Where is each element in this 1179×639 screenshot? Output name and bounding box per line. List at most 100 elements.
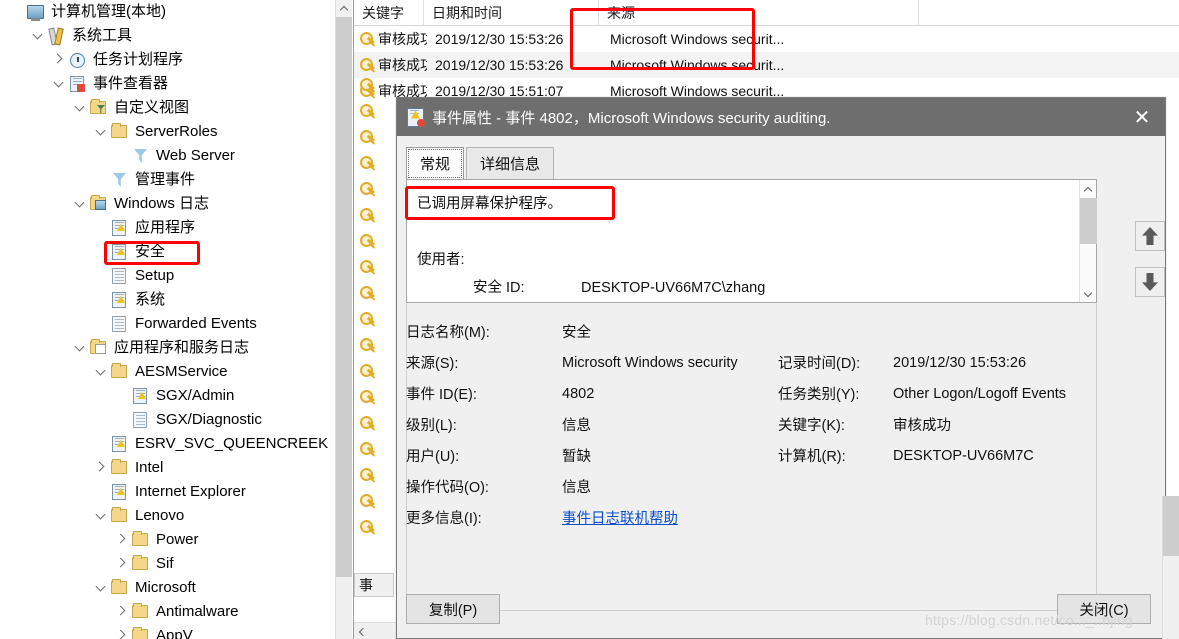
field-row: 来源(S): Microsoft Windows security 记录时间(D):… [406, 347, 1097, 378]
previous-event-button[interactable] [1135, 221, 1165, 251]
tree-item-[interactable]: 应用程序 [0, 216, 352, 240]
tree-item-[interactable]: 管理事件 [0, 168, 352, 192]
tree-item-[interactable]: 应用程序和服务日志 [0, 336, 352, 360]
event-list-row[interactable]: 审核成功 2019/12/30 15:53:26 Microsoft Windows… [354, 52, 1179, 78]
tab-details[interactable]: 详细信息 [466, 147, 555, 180]
tab-general[interactable]: 常规 [406, 147, 465, 180]
description-scroll-down-button[interactable] [1080, 284, 1097, 302]
event-properties-dialog: 事件属性 - 事件 4802，Microsoft Windows securit… [396, 97, 1166, 639]
field-value-secondary: Other Logon/Logoff Events [893, 385, 1067, 402]
column-header-datetime[interactable]: 日期和时间 [424, 0, 599, 26]
tree-item-[interactable]: 系统 [0, 288, 352, 312]
tree-item-[interactable]: 事件查看器 [0, 72, 352, 96]
chevron-down-icon[interactable] [71, 336, 89, 360]
key-icon [354, 468, 382, 494]
chevron-right-icon[interactable] [113, 528, 131, 552]
tree-item-label: Web Server [156, 147, 235, 164]
console-tree[interactable]: 计算机管理(本地) 系统工具 任务计划程序 事件查看器 自定义视图 ServerRoles… [0, 0, 352, 639]
chevron-down-icon[interactable] [92, 504, 110, 528]
tree-item-antimalware[interactable]: Antimalware [0, 600, 352, 624]
tree-item-[interactable]: 自定义视图 [0, 96, 352, 120]
chevron-down-icon[interactable] [29, 24, 47, 48]
tree-item-label: AESMService [135, 363, 228, 380]
description-vertical-scrollbar[interactable] [1079, 180, 1097, 302]
event-list-keyword-icon-strip [354, 78, 382, 639]
copy-button[interactable]: 复制(P) [406, 594, 500, 624]
security-event-icon [407, 107, 425, 127]
tree-item-windows[interactable]: Windows 日志 [0, 192, 352, 216]
tree-item-[interactable]: 计算机管理(本地) [0, 0, 352, 24]
chevron-down-icon[interactable] [71, 192, 89, 216]
tree-item-[interactable]: 任务计划程序 [0, 48, 352, 72]
tree-scrollbar-thumb[interactable] [336, 17, 352, 577]
description-scroll-up-button[interactable] [1080, 180, 1096, 198]
event-viewer-window: 计算机管理(本地) 系统工具 任务计划程序 事件查看器 自定义视图 ServerRoles… [0, 0, 1179, 639]
description-scrollbar-thumb[interactable] [1080, 198, 1097, 244]
key-icon [354, 234, 382, 260]
computer-icon [26, 3, 46, 21]
tree-item-sgx-admin[interactable]: SGX/Admin [0, 384, 352, 408]
tree-item-internet-explorer[interactable]: Internet Explorer [0, 480, 352, 504]
tree-item-label: Antimalware [156, 603, 239, 620]
column-header-source[interactable]: 来源 [599, 0, 919, 26]
tree-item-esrv-svc-queencreek[interactable]: ESRV_SVC_QUEENCREEK [0, 432, 352, 456]
tree-vertical-scrollbar[interactable] [335, 0, 352, 639]
field-label-secondary: 关键字(K): [778, 418, 845, 434]
tree-item-aesmservice[interactable]: AESMService [0, 360, 352, 384]
event-description-box[interactable]: 已调用屏幕保护程序。 使用者: 安全 ID: DESKTOP-UV66M7C\zh… [406, 179, 1097, 303]
key-icon [354, 78, 382, 104]
field-value-secondary: 审核成功 [893, 418, 951, 434]
tree-item-microsoft[interactable]: Microsoft [0, 576, 352, 600]
tree-item-label: Setup [135, 267, 175, 284]
next-event-button[interactable] [1135, 267, 1165, 297]
tree-item-setup[interactable]: Setup [0, 264, 352, 288]
chevron-right-icon[interactable] [113, 552, 131, 576]
right-panel-scrollbar[interactable] [1162, 496, 1179, 639]
chevron-right-icon[interactable] [113, 624, 131, 639]
chevron-right-icon[interactable] [92, 456, 110, 480]
chevron-right-icon[interactable] [113, 600, 131, 624]
event-log-warning-icon [110, 243, 130, 261]
tree-item-[interactable]: 安全 [0, 240, 352, 264]
tree-item-sgx-diagnostic[interactable]: SGX/Diagnostic [0, 408, 352, 432]
folder-icon [131, 555, 151, 573]
chevron-right-icon[interactable] [50, 48, 68, 72]
tree-item-[interactable]: 系统工具 [0, 24, 352, 48]
event-list-row[interactable]: 审核成功 2019/12/30 15:53:26 Microsoft Windows… [354, 26, 1179, 52]
hscroll-left-button[interactable] [354, 622, 371, 639]
event-list-bottom-tab[interactable]: 事 [354, 573, 394, 597]
tree-item-web-server[interactable]: Web Server [0, 144, 352, 168]
folder-icon [110, 579, 130, 597]
tree-item-power[interactable]: Power [0, 528, 352, 552]
event-log-online-help-link[interactable]: 事件日志联机帮助 [562, 507, 778, 528]
chevron-down-icon[interactable] [92, 120, 110, 144]
tree-item-label: ESRV_SVC_QUEENCREEK [135, 435, 329, 452]
chevron-down-icon[interactable] [50, 72, 68, 96]
tree-item-appv[interactable]: AppV [0, 624, 352, 639]
cell-source: Microsoft Windows securit... [610, 31, 785, 47]
tree-item-lenovo[interactable]: Lenovo [0, 504, 352, 528]
console-tree-panel[interactable]: 计算机管理(本地) 系统工具 任务计划程序 事件查看器 自定义视图 ServerRoles… [0, 0, 352, 639]
right-panel-scrollbar-thumb[interactable] [1163, 496, 1179, 556]
field-label-secondary: 记录时间(D): [778, 356, 861, 372]
dialog-title-bar[interactable]: 事件属性 - 事件 4802，Microsoft Windows securit… [397, 98, 1165, 136]
tree-item-serverroles[interactable]: ServerRoles [0, 120, 352, 144]
dialog-tabs[interactable]: 常规 详细信息 [406, 146, 556, 180]
event-log-warning-icon [110, 291, 130, 309]
chevron-down-icon[interactable] [71, 96, 89, 120]
chevron-down-icon[interactable] [92, 360, 110, 384]
event-description-text: 已调用屏幕保护程序。 使用者: 安全 ID: DESKTOP-UV66M7C\zh… [417, 190, 1074, 302]
tree-item-label: SGX/Admin [156, 387, 235, 404]
close-icon[interactable]: ✕ [1119, 98, 1165, 136]
tree-item-forwarded-events[interactable]: Forwarded Events [0, 312, 352, 336]
key-icon [354, 260, 382, 286]
tree-item-intel[interactable]: Intel [0, 456, 352, 480]
arrow-up-icon [1142, 227, 1158, 245]
dialog-title-text: 事件属性 - 事件 4802，Microsoft Windows securit… [432, 109, 831, 127]
windows-logs-folder-icon [89, 195, 109, 213]
tree-item-sif[interactable]: Sif [0, 552, 352, 576]
tree-scroll-up-button[interactable] [336, 0, 352, 17]
chevron-down-icon[interactable] [92, 576, 110, 600]
column-header-keyword[interactable]: 关键字 [354, 0, 424, 26]
field-label: 用户(U): [406, 449, 460, 465]
